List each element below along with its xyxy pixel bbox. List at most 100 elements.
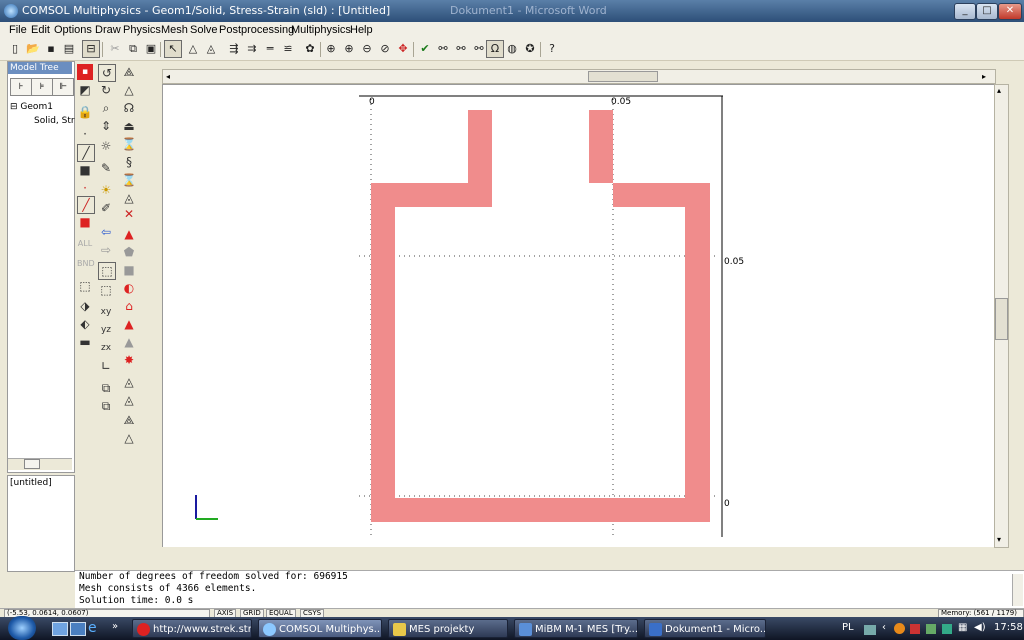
light-icon[interactable]: ☼ (98, 138, 114, 154)
tree-item-geom1[interactable]: ⊟ Geom1 (10, 102, 53, 112)
tree-view-button-2[interactable]: ⊧ (31, 78, 53, 96)
paint-icon[interactable]: ✎ (98, 160, 114, 176)
menu-postprocessing[interactable]: Postprocessing (219, 24, 294, 36)
cube-icon[interactable]: ⬚ (98, 262, 116, 280)
mesh-icon[interactable]: ⇉ (244, 41, 260, 57)
triangle-outline-icon[interactable]: △ (121, 430, 137, 446)
menu-physics[interactable]: Physics (123, 24, 161, 36)
tree-scroll-thumb[interactable] (24, 459, 40, 469)
menu-edit[interactable]: Edit (31, 24, 50, 36)
spiral-icon[interactable]: § (121, 154, 137, 170)
vertical-scroll-thumb[interactable] (995, 298, 1008, 340)
union-icon[interactable]: ⬗ (77, 298, 93, 314)
switch-windows-icon[interactable] (70, 622, 86, 636)
menu-options[interactable]: Options (54, 24, 92, 36)
zoom-in-icon[interactable]: ⊕ (341, 41, 357, 57)
plane-icon[interactable]: ⏏ (121, 118, 137, 134)
rectangle-draw-icon[interactable]: ▪ (77, 64, 93, 80)
grey-shape-icon[interactable]: ⬟ (121, 244, 137, 260)
tray-update-icon[interactable] (942, 624, 952, 634)
show-desktop-icon[interactable] (52, 622, 68, 636)
zx-plane-icon[interactable]: zx (98, 340, 114, 356)
sun-icon[interactable]: ☀ (98, 182, 114, 198)
transform-icon[interactable]: ⬚ (77, 278, 93, 294)
solve-icon[interactable]: ✿ (302, 41, 318, 57)
cut-icon[interactable]: ✂ (107, 41, 123, 57)
tri-split-icon[interactable]: ◬ (121, 190, 137, 206)
ellipse-draw-icon[interactable]: ◩ (77, 82, 93, 98)
zoom-window-icon[interactable]: ⊕ (323, 41, 339, 57)
log-scrollbar[interactable] (1012, 574, 1023, 606)
draw-mode-icon[interactable]: ↖ (164, 40, 182, 58)
task-mibm[interactable]: MiBM M-1 MES [Try... (514, 619, 638, 638)
red-house-icon[interactable]: ⌂ (121, 298, 137, 314)
subdomain-mode-icon[interactable]: ⇶ (226, 41, 242, 57)
drawing-area[interactable]: 0 0.05 0.05 0 (162, 84, 995, 547)
paste-icon[interactable]: ▣ (143, 41, 159, 57)
equal-icon[interactable]: ═ (262, 41, 278, 57)
zoom-out-icon[interactable]: ⊖ (359, 41, 375, 57)
quicklaunch-more-icon[interactable]: » (112, 621, 118, 632)
red-triangle-icon[interactable]: ▲ (121, 226, 137, 242)
volume-icon[interactable]: ◀) (974, 622, 986, 633)
task-comsol[interactable]: COMSOL Multiphys... (258, 619, 382, 638)
mesh-tri-alt-icon[interactable]: ◬ (121, 392, 137, 408)
print-icon[interactable]: ▤ (61, 41, 77, 57)
triangle-icon[interactable]: △ (121, 82, 137, 98)
edge-plot-icon[interactable]: ⚯ (471, 41, 487, 57)
new-file-icon[interactable]: ▯ (7, 41, 23, 57)
orbit-icon[interactable]: ↻ (98, 82, 114, 98)
brush-icon[interactable]: ✐ (98, 200, 114, 216)
menu-solve[interactable]: Solve (190, 24, 218, 36)
all-icon[interactable]: ALL (77, 236, 93, 252)
tray-shield-icon[interactable] (910, 624, 920, 634)
square-red-icon[interactable]: ■ (77, 214, 93, 230)
task-dokument1[interactable]: Dokument1 - Micro... (644, 619, 766, 638)
solve-params-icon[interactable]: ≌ (280, 41, 296, 57)
curve-icon[interactable]: ☊ (121, 100, 137, 116)
menu-file[interactable]: File (9, 24, 27, 36)
arrow-left-icon[interactable]: ⇦ (98, 224, 114, 240)
copy-geometry-icon[interactable]: ⧉ (98, 380, 114, 396)
help-icon[interactable]: ? (544, 41, 560, 57)
tree-view-button-3[interactable]: ⊩ (52, 78, 74, 96)
point-mode-icon[interactable]: △ (185, 41, 201, 57)
menu-draw[interactable]: Draw (95, 24, 121, 36)
horizontal-scroll-thumb[interactable] (588, 71, 658, 82)
close-button[interactable]: ✕ (998, 3, 1022, 20)
plot-parameters-icon[interactable]: ✔ (417, 41, 433, 57)
scroll-up-icon[interactable]: ▴ (997, 86, 1001, 95)
red-peak-icon[interactable]: ▲ (121, 316, 137, 332)
red-cycle-icon[interactable]: ◐ (121, 280, 137, 296)
arrow-right-icon[interactable]: ⇨ (98, 242, 114, 258)
copy-icon[interactable]: ⧉ (125, 41, 141, 57)
mesh-tri-icon[interactable]: ◬ (121, 374, 137, 390)
open-folder-icon[interactable]: 📂 (25, 41, 41, 57)
tray-network-icon[interactable] (926, 624, 936, 634)
point-icon[interactable]: · (77, 126, 93, 142)
sweep-icon[interactable]: ⌛ (121, 136, 137, 152)
red-star-icon[interactable]: ✸ (121, 352, 137, 368)
geometry-svg[interactable] (163, 85, 995, 547)
minimize-button[interactable]: _ (954, 3, 976, 20)
xy-plane-icon[interactable]: xy (98, 304, 114, 320)
mesh-view-icon[interactable]: ◍ (504, 41, 520, 57)
tray-app-icon[interactable] (894, 623, 905, 634)
axes-icon[interactable]: ∟ (98, 358, 114, 374)
boundary-mode-icon[interactable]: ◬ (203, 41, 219, 57)
tree-view-button-1[interactable]: ⊦ (10, 78, 32, 96)
rotate-icon[interactable]: ↺ (98, 64, 116, 82)
omega-icon[interactable]: Ω (486, 40, 504, 58)
magnifier-icon[interactable]: ⌕ (98, 100, 114, 116)
drawing-horizontal-scrollbar[interactable] (162, 69, 996, 84)
bezier-icon[interactable]: ⟁ (121, 64, 137, 80)
bnd-icon[interactable]: BND (77, 256, 95, 272)
intersect-icon[interactable]: ⬖ (77, 316, 93, 332)
save-icon[interactable]: ▪ (43, 41, 59, 57)
keyboard-icon[interactable] (864, 625, 876, 635)
animate-icon[interactable]: ✪ (522, 41, 538, 57)
grey-square-icon[interactable]: ■ (121, 262, 137, 278)
tray-chevron-icon[interactable]: ‹ (882, 622, 886, 633)
scroll-left-icon[interactable]: ◂ (166, 72, 170, 81)
scroll-right-icon[interactable]: ▸ (982, 72, 986, 81)
